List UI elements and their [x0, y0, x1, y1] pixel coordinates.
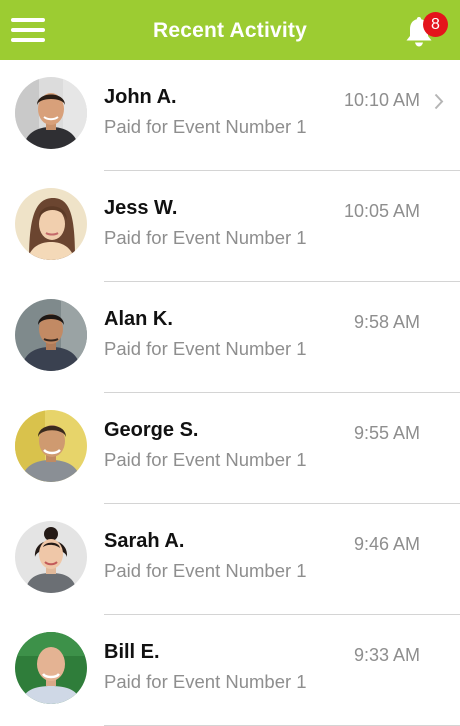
activity-description: Paid for Event Number 1 — [104, 116, 307, 137]
avatar — [15, 632, 87, 704]
activity-description: Paid for Event Number 1 — [104, 338, 307, 359]
app-header: Recent Activity 8 — [0, 0, 460, 60]
menu-bar — [11, 28, 45, 32]
activity-time: 10:05 AM — [343, 201, 420, 221]
notification-count-badge: 8 — [423, 12, 448, 37]
activity-name: Alan K. — [104, 308, 173, 330]
menu-bar — [11, 18, 45, 22]
activity-name: John A. — [104, 86, 177, 108]
activity-time: 9:55 AM — [353, 423, 420, 443]
avatar — [15, 77, 87, 149]
chevron-right-icon — [434, 93, 444, 110]
activity-row[interactable]: Sarah A. Paid for Event Number 1 9:46 AM — [0, 504, 460, 615]
avatar — [15, 188, 87, 260]
activity-list: John A. Paid for Event Number 1 10:10 AM… — [0, 60, 460, 726]
avatar — [15, 410, 87, 482]
activity-name: George S. — [104, 419, 199, 441]
activity-description: Paid for Event Number 1 — [104, 560, 307, 581]
activity-description: Paid for Event Number 1 — [104, 227, 307, 248]
activity-row[interactable]: Alan K. Paid for Event Number 1 9:58 AM — [0, 282, 460, 393]
activity-time: 10:10 AM — [343, 90, 420, 110]
activity-name: Sarah A. — [104, 530, 185, 552]
avatar — [15, 299, 87, 371]
activity-name: Bill E. — [104, 641, 160, 663]
activity-time: 9:58 AM — [353, 312, 420, 332]
activity-time: 9:33 AM — [353, 645, 420, 665]
activity-row[interactable]: John A. Paid for Event Number 1 10:10 AM — [0, 60, 460, 171]
page-title: Recent Activity — [153, 19, 307, 42]
menu-bar — [11, 38, 45, 42]
activity-row[interactable]: George S. Paid for Event Number 1 9:55 A… — [0, 393, 460, 504]
avatar — [15, 521, 87, 593]
hamburger-menu-icon[interactable] — [11, 16, 45, 44]
activity-name: Jess W. — [104, 197, 178, 219]
activity-time: 9:46 AM — [353, 534, 420, 554]
notifications-button[interactable]: 8 — [400, 10, 448, 52]
activity-description: Paid for Event Number 1 — [104, 449, 307, 470]
activity-row[interactable]: Jess W. Paid for Event Number 1 10:05 AM — [0, 171, 460, 282]
activity-row[interactable]: Bill E. Paid for Event Number 1 9:33 AM — [0, 615, 460, 726]
